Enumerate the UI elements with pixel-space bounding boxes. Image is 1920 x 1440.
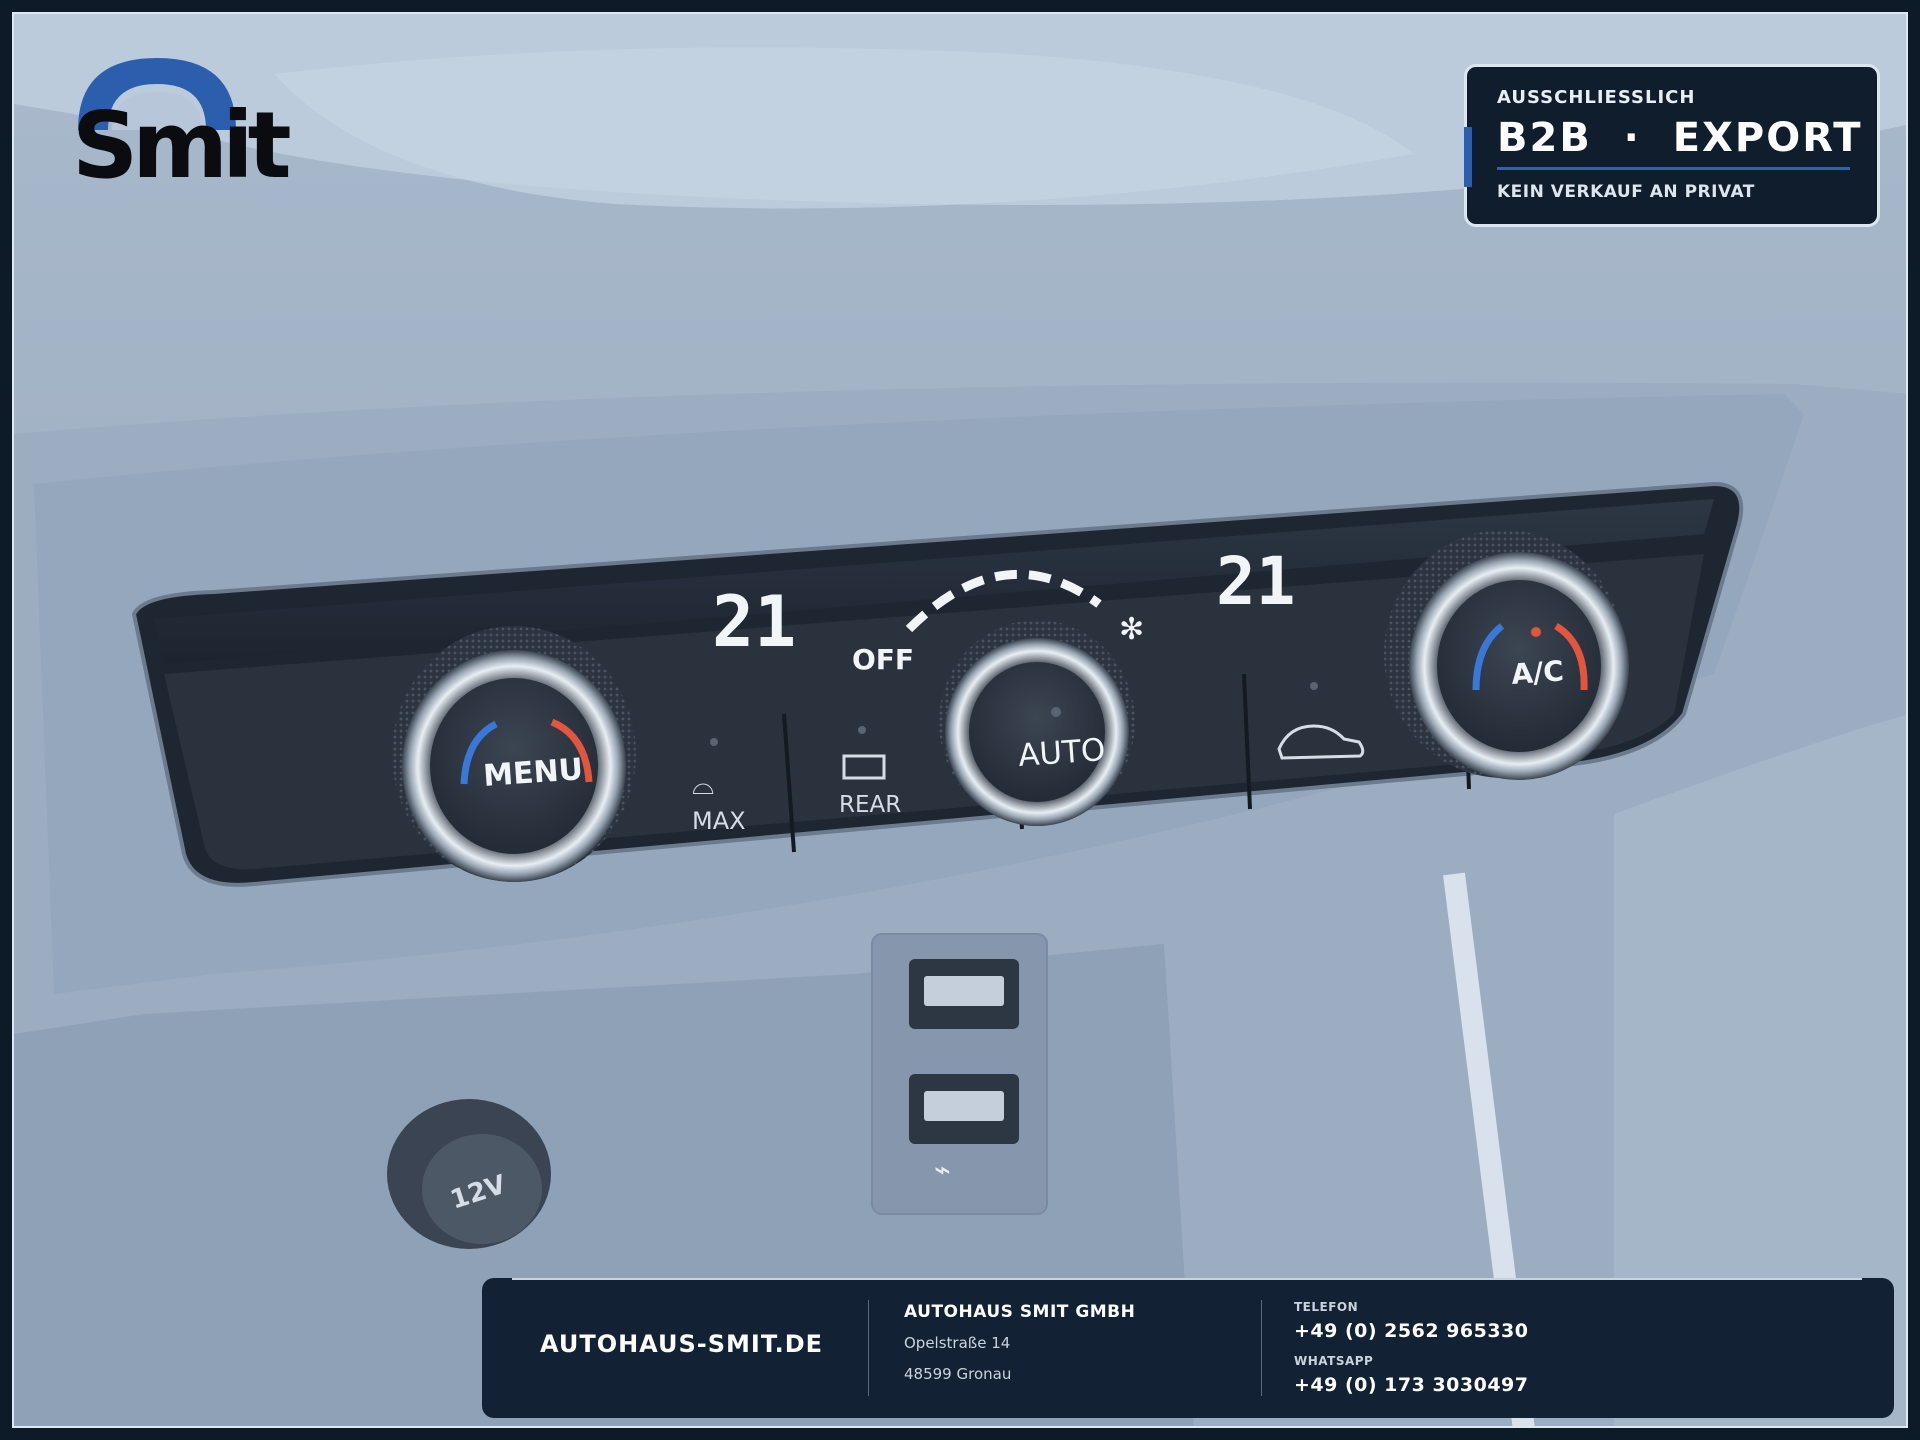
ac-label: A/C <box>1510 654 1565 691</box>
footer-divider <box>868 1300 869 1396</box>
usb-icon: ⌁ <box>934 1153 951 1186</box>
badge-main-text: B2B · EXPORT <box>1497 115 1863 161</box>
whatsapp-label: WHATSAPP <box>1294 1354 1374 1368</box>
temp-right-display: 21 <box>1216 543 1295 620</box>
footer-divider <box>1261 1300 1262 1396</box>
company-name: AUTOHAUS SMIT GMBH <box>904 1302 1136 1322</box>
fan-icon: ✻ <box>1119 612 1144 647</box>
rear-label: REAR <box>839 792 901 818</box>
whatsapp-number[interactable]: +49 (0) 173 3030497 <box>1294 1374 1529 1396</box>
badge-bottom-text: KEIN VERKAUF AN PRIVAT <box>1497 182 1755 202</box>
footer-top-line <box>512 1278 1862 1280</box>
photo-frame: 21 21 OFF ✻ MENU ⌓ MAX REAR AUTO A/C ⌁ 1… <box>12 12 1908 1428</box>
contact-footer: AUTOHAUS-SMIT.DE AUTOHAUS SMIT GMBH Opel… <box>482 1278 1894 1418</box>
company-city: 48599 Gronau <box>904 1365 1012 1383</box>
badge-top-text: AUSSCHLIESSLICH <box>1497 87 1696 108</box>
auto-label: AUTO <box>1017 732 1107 774</box>
company-street: Opelstraße 14 <box>904 1334 1011 1352</box>
website-link[interactable]: AUTOHAUS-SMIT.DE <box>540 1330 823 1358</box>
smit-logo: Smit <box>72 52 292 202</box>
max-label: MAX <box>692 807 746 835</box>
phone-number[interactable]: +49 (0) 2562 965330 <box>1294 1320 1529 1342</box>
ac-indicator-led <box>1531 627 1541 637</box>
windshield-defrost-icon: ⌓ <box>692 768 714 801</box>
12v-socket[interactable]: 12V <box>387 1099 551 1249</box>
usb-port-lower[interactable] <box>909 1074 1019 1144</box>
menu-label: MENU <box>482 752 584 794</box>
temp-left-display: 21 <box>712 581 796 663</box>
menu-knob[interactable]: MENU <box>392 626 636 882</box>
phone-label: TELEFON <box>1294 1300 1359 1314</box>
badge-accent-strip <box>1464 127 1472 187</box>
badge-divider <box>1497 167 1850 170</box>
fan-off-label: OFF <box>852 643 914 676</box>
b2b-export-badge: AUSSCHLIESSLICH B2B · EXPORT KEIN VERKAU… <box>1464 64 1880 227</box>
usb-port-upper[interactable] <box>909 959 1019 1029</box>
logo-text: Smit <box>72 92 292 199</box>
